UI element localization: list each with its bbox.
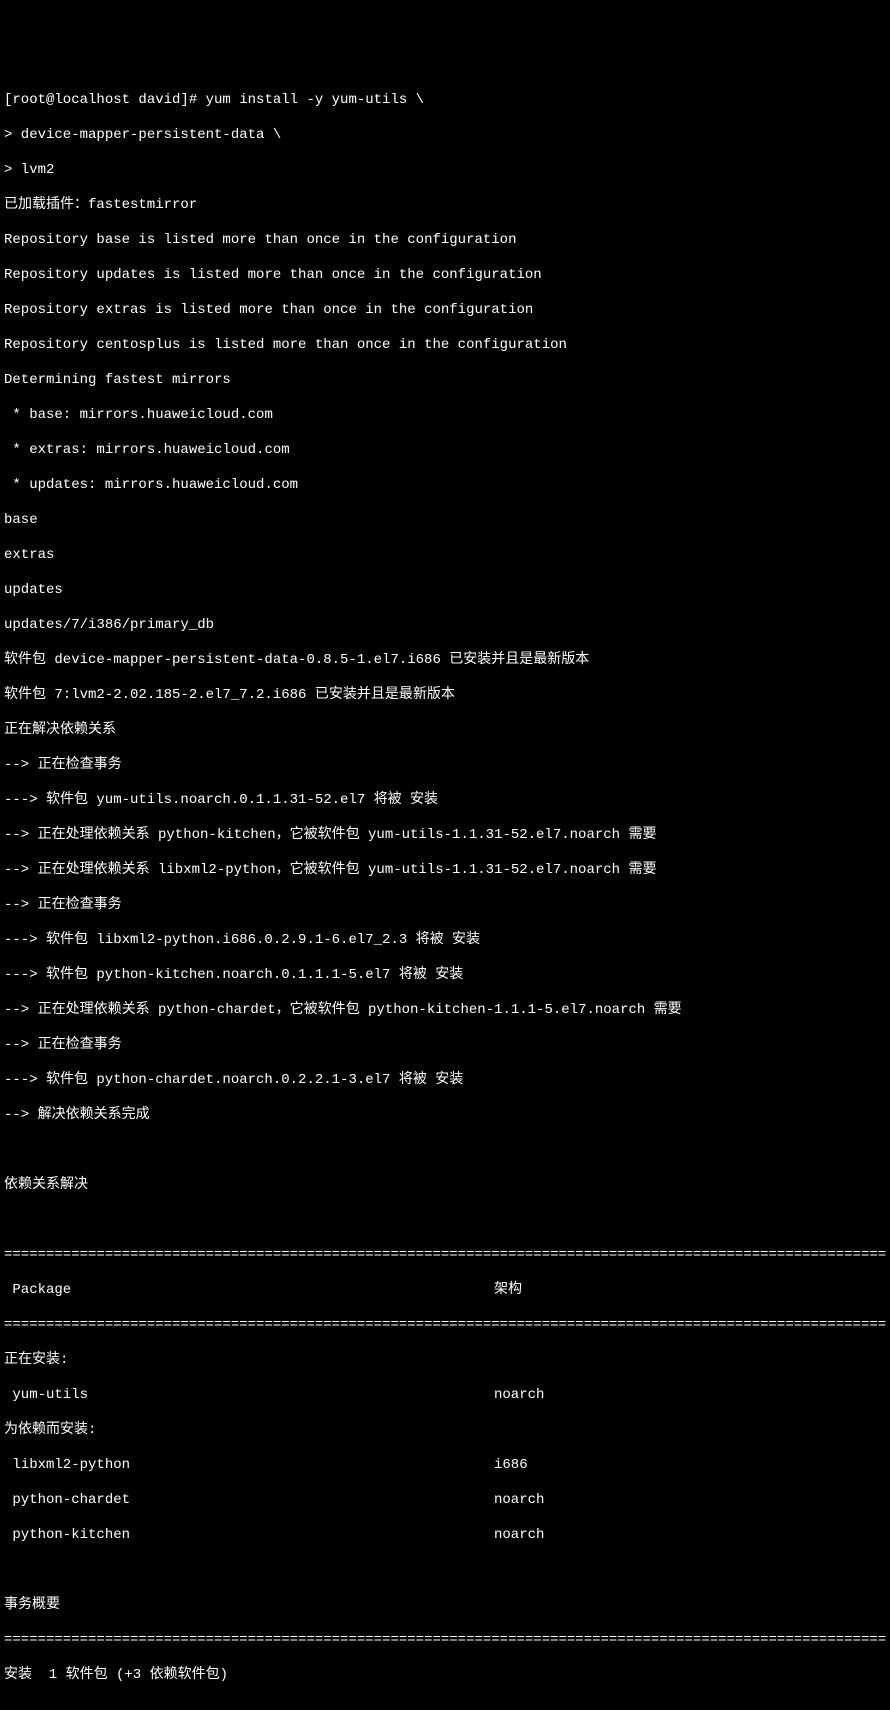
- package-row: yum-utilsnoarch: [4, 1387, 886, 1405]
- resolution-step: --> 正在检查事务: [4, 757, 886, 775]
- installing-label: 正在安装:: [4, 1352, 886, 1370]
- summary-label: 事务概要: [4, 1597, 886, 1615]
- resolution-step: --> 正在检查事务: [4, 1037, 886, 1055]
- package-name: yum-utils: [4, 1387, 494, 1405]
- install-summary: 安装 1 软件包 (+3 依赖软件包): [4, 1667, 886, 1685]
- package-name: libxml2-python: [4, 1457, 494, 1475]
- repo-warning: Repository updates is listed more than o…: [4, 267, 886, 285]
- blank-line: [4, 1142, 886, 1160]
- divider: ========================================…: [4, 1632, 886, 1650]
- package-arch: noarch: [494, 1387, 544, 1405]
- repo-line: extras: [4, 547, 886, 565]
- deps-label: 为依赖而安装:: [4, 1422, 886, 1440]
- prompt-line-3: > lvm2: [4, 162, 886, 180]
- package-row: python-chardetnoarch: [4, 1492, 886, 1510]
- terminal-output[interactable]: [root@localhost david]# yum install -y y…: [4, 74, 886, 1710]
- blank-line: [4, 1212, 886, 1230]
- resolution-step: --> 正在检查事务: [4, 897, 886, 915]
- package-arch: noarch: [494, 1527, 544, 1545]
- mirror-line: * base: mirrors.huaweicloud.com: [4, 407, 886, 425]
- blank-line: [4, 1562, 886, 1580]
- repo-line: updates: [4, 582, 886, 600]
- package-name: python-chardet: [4, 1492, 494, 1510]
- repo-warning: Repository extras is listed more than on…: [4, 302, 886, 320]
- resolution-step: --> 正在处理依赖关系 libxml2-python，它被软件包 yum-ut…: [4, 862, 886, 880]
- resolution-step: --> 解决依赖关系完成: [4, 1107, 886, 1125]
- already-installed: 软件包 device-mapper-persistent-data-0.8.5-…: [4, 652, 886, 670]
- loaded-plugins: 已加载插件：fastestmirror: [4, 197, 886, 215]
- repo-line: updates/7/i386/primary_db: [4, 617, 886, 635]
- resolution-step: --> 正在处理依赖关系 python-chardet，它被软件包 python…: [4, 1002, 886, 1020]
- already-installed: 软件包 7:lvm2-2.02.185-2.el7_7.2.i686 已安装并且…: [4, 687, 886, 705]
- package-row: libxml2-pythoni686: [4, 1457, 886, 1475]
- package-arch: noarch: [494, 1492, 544, 1510]
- repo-line: base: [4, 512, 886, 530]
- prompt-line-2: > device-mapper-persistent-data \: [4, 127, 886, 145]
- resolution-step: ---> 软件包 python-kitchen.noarch.0.1.1.1-5…: [4, 967, 886, 985]
- package-arch: i686: [494, 1457, 528, 1475]
- col-package-header: Package: [4, 1282, 494, 1300]
- repo-warning: Repository base is listed more than once…: [4, 232, 886, 250]
- mirror-line: * updates: mirrors.huaweicloud.com: [4, 477, 886, 495]
- resolution-step: ---> 软件包 libxml2-python.i686.0.2.9.1-6.e…: [4, 932, 886, 950]
- resolution-step: ---> 软件包 yum-utils.noarch.0.1.1.31-52.el…: [4, 792, 886, 810]
- resolving-header: 正在解决依赖关系: [4, 722, 886, 740]
- mirror-line: * extras: mirrors.huaweicloud.com: [4, 442, 886, 460]
- deps-resolved: 依赖关系解决: [4, 1177, 886, 1195]
- determining-mirrors: Determining fastest mirrors: [4, 372, 886, 390]
- col-arch-header: 架构: [494, 1282, 522, 1300]
- repo-warning: Repository centosplus is listed more tha…: [4, 337, 886, 355]
- blank-line: [4, 1702, 886, 1710]
- resolution-step: --> 正在处理依赖关系 python-kitchen，它被软件包 yum-ut…: [4, 827, 886, 845]
- package-row: python-kitchennoarch: [4, 1527, 886, 1545]
- package-name: python-kitchen: [4, 1527, 494, 1545]
- resolution-step: ---> 软件包 python-chardet.noarch.0.2.2.1-3…: [4, 1072, 886, 1090]
- divider: ========================================…: [4, 1317, 886, 1335]
- divider: ========================================…: [4, 1247, 886, 1265]
- prompt-line-1: [root@localhost david]# yum install -y y…: [4, 92, 886, 110]
- table-header-row: Package架构: [4, 1282, 886, 1300]
